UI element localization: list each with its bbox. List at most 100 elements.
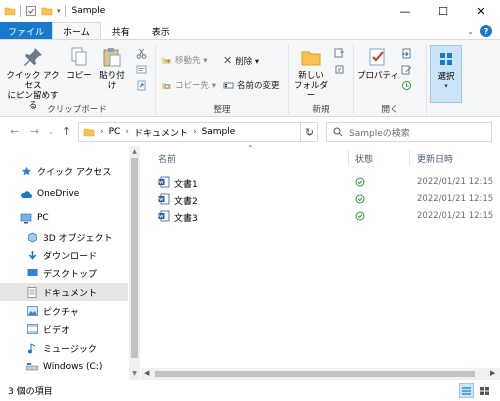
rename-label: 名前の変更 (237, 81, 280, 91)
nav-item-label: Windows (C:) (43, 362, 103, 372)
sort-indicator-icon: ⌃ (247, 144, 254, 153)
properties-button[interactable]: プロパティ (357, 46, 399, 81)
toolbar-separator (20, 5, 21, 17)
breadcrumb-sample[interactable]: Sample (202, 127, 236, 137)
details-view-button[interactable] (459, 383, 474, 398)
nav-item-pictures[interactable]: ピクチャ (0, 302, 128, 320)
edit-icon[interactable] (401, 64, 412, 75)
address-bar[interactable]: › PC › ドキュメント › Sample ⌄ (78, 122, 318, 142)
ribbon-expand-icon[interactable]: ⌄ (467, 27, 474, 36)
sync-status-icon (355, 194, 365, 204)
nav-item-music[interactable]: ミュージック (0, 339, 128, 357)
move-to-button[interactable]: 移動先 ▾ (161, 54, 207, 66)
nav-item-label: ミュージック (43, 344, 97, 355)
nav-pane-scroll-thumb[interactable] (131, 158, 138, 358)
nav-item-onedrive[interactable]: OneDrive (0, 185, 128, 203)
copy-to-button[interactable]: コピー先 ▾ (161, 79, 216, 91)
paste-label: 貼り付け (99, 71, 125, 91)
music-icon (26, 342, 38, 354)
scroll-left-icon[interactable]: ◀ (144, 369, 149, 377)
nav-item-downloads[interactable]: ダウンロード (0, 246, 128, 264)
rename-button[interactable]: 名前の変更 (223, 79, 280, 91)
help-icon[interactable]: ? (480, 25, 492, 37)
toolbar-separator (64, 5, 66, 17)
copy-path-icon[interactable] (136, 64, 147, 75)
paste-shortcut-icon[interactable] (136, 80, 147, 91)
new-folder-button[interactable]: 新しい フォルダー (292, 46, 330, 101)
file-list-horizontal-scrollbar[interactable]: ◀ ▶ (141, 368, 500, 380)
cut-icon[interactable] (136, 48, 147, 59)
clipboard-group: クイック アクセス にピン留めする コピー 貼り付け クリップボード (0, 40, 154, 118)
tab-share[interactable]: 共有 (101, 22, 141, 40)
file-name: 文書3 (174, 214, 198, 224)
tab-file[interactable]: ファイル (0, 22, 53, 40)
navigation-pane: クイック アクセス OneDrive PC 3D オブジェクト ダウンロード デ… (0, 146, 140, 380)
copy-icon (71, 47, 87, 66)
nav-item-label: クイック アクセス (37, 167, 112, 178)
paste-button[interactable]: 貼り付け (96, 46, 128, 91)
new-folder-label: 新しい フォルダー (293, 71, 328, 101)
easy-access-icon[interactable] (334, 64, 345, 75)
nav-item-desktop[interactable]: デスクトップ (0, 264, 128, 282)
nav-item-quick-access[interactable]: クイック アクセス (0, 162, 128, 180)
group-separator (155, 44, 156, 114)
nav-item-label: ダウンロード (43, 251, 98, 262)
nav-item-label: ドキュメント (43, 288, 98, 299)
column-header-modified[interactable]: 更新日時 (417, 152, 453, 165)
column-header-name[interactable]: 名前 (158, 152, 176, 165)
tab-home[interactable]: ホーム (52, 22, 101, 40)
recent-dropdown-icon[interactable]: ⌄ (48, 128, 54, 136)
nav-item-documents[interactable]: ドキュメント (0, 283, 128, 301)
refresh-button[interactable]: ↻ (300, 122, 318, 142)
window-title: Sample (71, 6, 106, 16)
nav-item-3d-objects[interactable]: 3D オブジェクト (0, 228, 128, 246)
scroll-down-icon[interactable]: ▼ (129, 370, 140, 377)
breadcrumb-pc[interactable]: PC (109, 127, 121, 137)
tab-view[interactable]: 表示 (141, 22, 181, 40)
column-separator[interactable] (348, 150, 349, 166)
nav-item-label: OneDrive (37, 189, 80, 199)
minimize-button[interactable]: — (386, 0, 424, 22)
column-separator[interactable] (409, 150, 410, 166)
maximize-button[interactable]: ☐ (424, 0, 462, 22)
quick-access-toolbar: ▾ (0, 5, 66, 17)
copy-button[interactable]: コピー (66, 46, 92, 81)
select-icon (440, 53, 452, 65)
pc-icon (20, 212, 32, 224)
forward-arrow-icon[interactable]: → (30, 125, 39, 138)
file-modified: 2022/01/21 12:15 (417, 177, 494, 187)
select-button[interactable]: 選択 ▾ (430, 45, 462, 103)
nav-pane-scrollbar[interactable]: ▲ ▼ (129, 146, 140, 380)
move-to-icon (162, 57, 171, 64)
nav-item-label: PC (37, 213, 49, 223)
customize-dropdown-icon[interactable]: ▾ (57, 7, 61, 15)
back-arrow-icon[interactable]: ← (10, 125, 19, 138)
word-document-icon (158, 193, 170, 205)
nav-item-pc[interactable]: PC (0, 209, 128, 227)
address-row: ← → ⌄ ↑ › PC › ドキュメント › Sample ⌄ ↻ Sampl… (0, 118, 500, 146)
new-item-icon[interactable] (334, 48, 345, 59)
history-icon[interactable] (401, 80, 412, 91)
nav-item-videos[interactable]: ビデオ (0, 320, 128, 338)
horizontal-scroll-thumb[interactable] (155, 371, 475, 377)
large-icons-view-button[interactable] (477, 383, 492, 398)
pin-quick-access-button[interactable]: クイック アクセス にピン留めする (4, 46, 62, 111)
breadcrumb-documents[interactable]: ドキュメント (134, 126, 188, 139)
column-header-status[interactable]: 状態 (355, 152, 373, 165)
up-arrow-icon[interactable]: ↑ (62, 125, 71, 138)
search-input[interactable]: Sampleの検索 (326, 122, 492, 142)
delete-button[interactable]: ✕ 削除 ▾ (223, 54, 259, 67)
close-button[interactable]: ✕ (462, 0, 500, 22)
scroll-up-icon[interactable]: ▲ (129, 148, 140, 155)
cloud-icon (20, 188, 32, 200)
scroll-right-icon[interactable]: ▶ (490, 369, 495, 377)
table-row[interactable]: 文書3 2022/01/21 12:15 (141, 208, 493, 225)
nav-item-windows-c[interactable]: Windows (C:) (0, 358, 128, 376)
table-row[interactable]: 文書2 2022/01/21 12:15 (141, 191, 493, 208)
nav-item-label: ピクチャ (43, 307, 79, 318)
new-folder-icon[interactable] (41, 5, 53, 17)
properties-check-icon[interactable] (25, 5, 37, 17)
word-document-icon (158, 176, 170, 188)
table-row[interactable]: 文書1 2022/01/21 12:15 (141, 174, 493, 191)
open-icon[interactable] (401, 48, 412, 59)
